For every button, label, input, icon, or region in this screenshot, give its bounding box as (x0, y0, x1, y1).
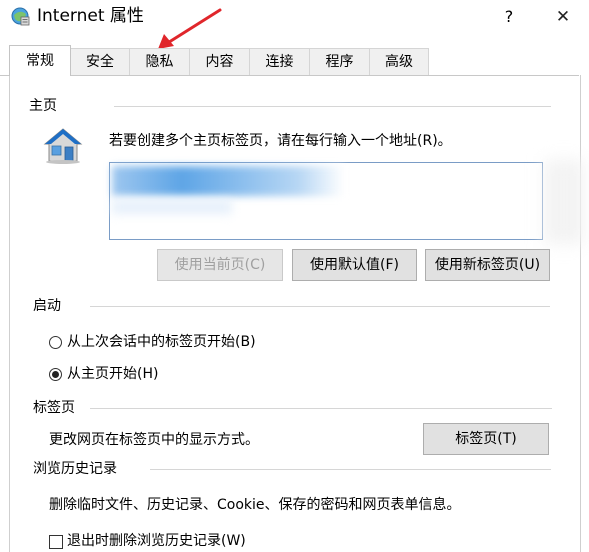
history-divider (150, 469, 551, 470)
homepage-header: 主页 (29, 97, 57, 115)
startup-last-session-label[interactable]: 从上次会话中的标签页开始(B) (67, 333, 256, 351)
history-header: 浏览历史记录 (33, 460, 117, 478)
tab-advanced[interactable]: 高级 (369, 48, 429, 75)
window-title: Internet 属性 (37, 6, 144, 26)
startup-homepage-label[interactable]: 从主页开始(H) (67, 365, 158, 383)
use-default-button[interactable]: 使用默认值(F) (292, 249, 417, 281)
history-description: 删除临时文件、历史记录、Cookie、保存的密码和网页表单信息。 (49, 497, 461, 513)
tab-general[interactable]: 常规 (9, 45, 71, 76)
startup-divider (90, 306, 550, 307)
startup-homepage-radio[interactable] (49, 368, 62, 381)
address-redaction-blur (112, 200, 232, 214)
use-current-button[interactable]: 使用当前页(C) (157, 249, 283, 281)
internet-options-icon (10, 6, 30, 26)
tab-security[interactable]: 安全 (70, 48, 130, 75)
tab-content[interactable]: 内容 (189, 48, 250, 75)
help-button[interactable]: ? (494, 4, 524, 30)
homepage-divider (114, 106, 551, 107)
delete-history-on-exit-checkbox[interactable] (49, 535, 63, 549)
tabs-section-header: 标签页 (33, 399, 75, 417)
tabs-settings-button[interactable]: 标签页(T) (423, 423, 549, 455)
tabs-section-divider (90, 408, 552, 409)
tab-privacy[interactable]: 隐私 (129, 48, 190, 75)
use-new-tab-button[interactable]: 使用新标签页(U) (425, 249, 550, 281)
tab-connections[interactable]: 连接 (249, 48, 310, 75)
tab-programs[interactable]: 程序 (309, 48, 370, 75)
address-redaction-blur (112, 166, 344, 196)
tabs-section-description: 更改网页在标签页中的显示方式。 (49, 432, 259, 448)
close-button[interactable]: ✕ (548, 4, 578, 30)
homepage-instruction: 若要创建多个主页标签页，请在每行输入一个地址(R)。 (109, 133, 452, 149)
scrollbar-blur (544, 160, 584, 244)
startup-header: 启动 (33, 297, 61, 315)
radio-selected-dot (52, 371, 59, 378)
startup-last-session-radio[interactable] (49, 336, 62, 349)
annotation-arrow-icon (158, 8, 222, 49)
delete-history-on-exit-label[interactable]: 退出时删除浏览历史记录(W) (67, 532, 246, 550)
home-icon (43, 127, 83, 165)
